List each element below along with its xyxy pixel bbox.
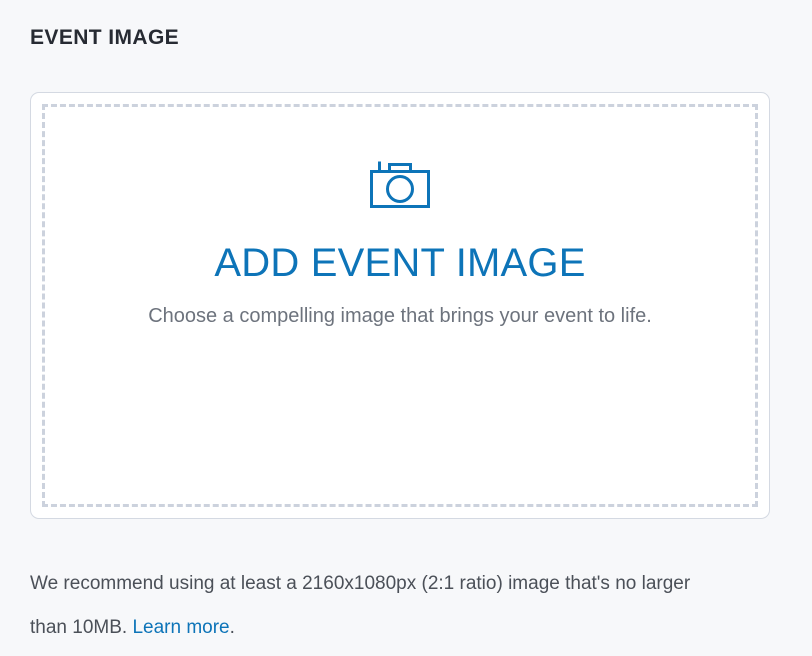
event-image-section: EVENT IMAGE ADD EVENT IMAGE Choose a com… bbox=[0, 0, 812, 656]
image-dropzone[interactable]: ADD EVENT IMAGE Choose a compelling imag… bbox=[42, 104, 758, 507]
learn-more-link[interactable]: Learn more bbox=[132, 617, 229, 638]
add-event-image-title: ADD EVENT IMAGE bbox=[214, 241, 586, 285]
event-image-upload-card[interactable]: ADD EVENT IMAGE Choose a compelling imag… bbox=[30, 92, 770, 519]
image-requirements-period: . bbox=[229, 617, 235, 639]
page-title: EVENT IMAGE bbox=[30, 26, 180, 49]
add-event-image-subtitle: Choose a compelling image that brings yo… bbox=[148, 305, 652, 327]
camera-icon bbox=[370, 161, 430, 208]
image-requirements-body: We recommend using at least a 2160x1080p… bbox=[30, 573, 691, 639]
image-requirements-text: We recommend using at least a 2160x1080p… bbox=[30, 562, 720, 650]
